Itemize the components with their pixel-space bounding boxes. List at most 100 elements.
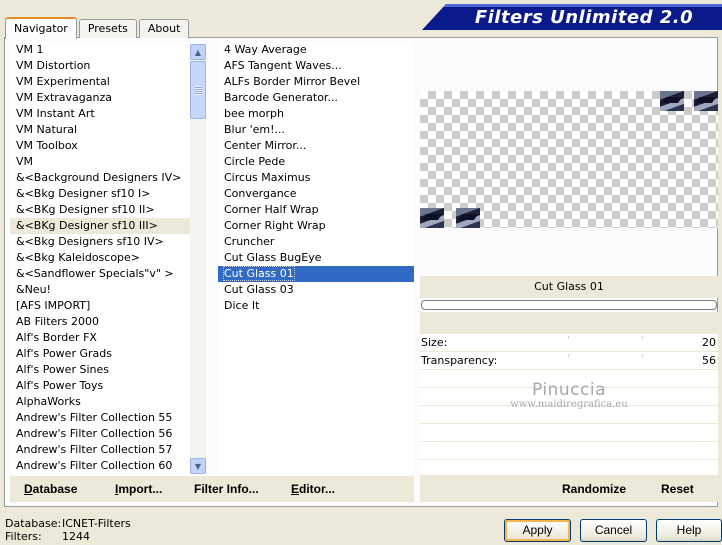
filter-item[interactable]: Convergance [218,186,414,202]
preview-glass-fragment [420,208,444,228]
category-item-label: Alf's Power Grads [16,347,112,360]
filter-item[interactable]: Corner Right Wrap [218,218,414,234]
category-item[interactable]: Andrew's Filter Collection 55 [10,410,206,426]
slider-tick [642,354,643,357]
param-value: 56 [702,354,716,367]
tab-navigator[interactable]: Navigator [5,17,77,39]
filter-item-label: ALFs Border Mirror Bevel [224,75,361,88]
app-title: Filters Unlimited 2.0 [474,6,694,28]
category-item[interactable]: [AFS IMPORT] [10,298,206,314]
category-item-label: &<Bkg Kaleidoscope> [16,251,141,264]
category-item[interactable]: Alf's Border FX [10,330,206,346]
filter-item[interactable]: AFS Tangent Waves... [218,58,414,74]
filter-item-label: Cut Glass BugEye [224,251,322,264]
filter-item[interactable]: Center Mirror... [218,138,414,154]
category-item[interactable]: VM [10,154,206,170]
filter-item-label: Cruncher [224,235,275,248]
category-scrollbar[interactable]: ▲ ▼ [190,44,206,474]
filter-item-label: Barcode Generator... [224,91,338,104]
category-item[interactable]: Alf's Power Toys [10,378,206,394]
category-item[interactable]: VM Distortion [10,58,206,74]
category-item-label: &Neu! [16,283,51,296]
chevron-down-icon: ▼ [194,461,202,471]
list-toolbar: Database Import... Filter Info... Editor… [10,476,414,502]
scroll-down-button[interactable]: ▼ [190,458,206,474]
tab-presets[interactable]: Presets [78,19,137,38]
randomize-button[interactable]: Randomize [562,482,626,496]
reset-button[interactable]: Reset [661,482,694,496]
param-transparency-slider[interactable]: Transparency: 56 [420,352,718,370]
param-size-slider[interactable]: Size: 20 [420,334,718,352]
category-item[interactable]: VM Natural [10,122,206,138]
category-item[interactable]: &Neu! [10,282,206,298]
editor-button[interactable]: Editor... [291,482,335,496]
category-item-label: Andrew's Filter Collection 57 [16,443,173,456]
category-item[interactable]: AlphaWorks [10,394,206,410]
chevron-up-icon: ▲ [194,47,202,57]
category-item-label: VM 1 [16,43,44,56]
tab-about[interactable]: About [138,19,190,38]
category-item[interactable]: &<Bkg Designer sf10 I> [10,186,206,202]
help-button[interactable]: Help [656,519,722,542]
scroll-up-button[interactable]: ▲ [190,44,206,60]
category-item[interactable]: VM Instant Art [10,106,206,122]
filter-list[interactable]: 4 Way Average AFS Tangent Waves... ALFs Bo… [218,42,414,474]
cancel-button[interactable]: Cancel [580,519,647,542]
filter-item[interactable]: ALFs Border Mirror Bevel [218,74,414,90]
filter-item[interactable]: Dice It [218,298,414,314]
import-button[interactable]: Import... [115,482,162,496]
filter-item[interactable]: bee morph [218,106,414,122]
filter-item[interactable]: Cut Glass BugEye [218,250,414,266]
slider-tick [642,336,643,339]
category-item[interactable]: &<Bkg Kaleidoscope> [10,250,206,266]
tab-strip: Navigator Presets About [5,16,190,39]
apply-button[interactable]: Apply [504,519,571,542]
filter-item[interactable]: Blur 'em!... [218,122,414,138]
category-list[interactable]: VM 1 VM Distortion VM Experimental VM Extra… [10,42,206,474]
param-empty-row [420,406,718,424]
filter-item-label: Center Mirror... [224,139,307,152]
filter-item[interactable]: Cut Glass 03 [218,282,414,298]
preview-glass-fragment [694,91,718,111]
category-item[interactable]: Andrew's Filter Collection 60 [10,458,206,474]
category-item[interactable]: &<BKg Designer sf10 III> [10,218,206,234]
scroll-thumb[interactable] [190,61,206,119]
database-button[interactable]: Database [24,482,77,496]
filter-item-label: Convergance [224,187,297,200]
category-item[interactable]: VM Extravaganza [10,90,206,106]
category-item-label: Alf's Power Sines [16,363,109,376]
category-item-label: VM Natural [16,123,78,136]
filters-count-label: Filters: [5,530,42,543]
filter-item[interactable]: Circus Maximus [218,170,414,186]
category-item[interactable]: AB Filters 2000 [10,314,206,330]
filter-item[interactable]: 4 Way Average [218,42,414,58]
selected-filter-name: Cut Glass 01 [420,276,718,298]
category-item[interactable]: VM Toolbox [10,138,206,154]
category-item[interactable]: &<Sandflower Specials"v" > [10,266,206,282]
category-item[interactable]: VM 1 [10,42,206,58]
category-item[interactable]: Alf's Power Grads [10,346,206,362]
filter-item-label: bee morph [224,107,284,120]
filter-item[interactable]: Corner Half Wrap [218,202,414,218]
category-item[interactable]: VM Experimental [10,74,206,90]
category-item[interactable]: Alf's Power Sines [10,362,206,378]
category-item[interactable]: Andrew's Filter Collection 56 [10,426,206,442]
filter-item[interactable]: Barcode Generator... [218,90,414,106]
param-value: 20 [702,336,716,349]
category-item[interactable]: &<Bkg Designers sf10 IV> [10,234,206,250]
category-item[interactable]: Andrew's Filter Collection 57 [10,442,206,458]
category-item[interactable]: &<Background Designers IV> [10,170,206,186]
filter-item-label: Circus Maximus [224,171,311,184]
filter-info-button[interactable]: Filter Info... [194,482,259,496]
filter-item-label: Corner Right Wrap [224,219,326,232]
filter-item[interactable]: Cruncher [218,234,414,250]
slider-tick [568,336,569,339]
category-item-label: VM Extravaganza [16,91,113,104]
filter-item[interactable]: Cut Glass 01 [218,266,414,282]
filter-item[interactable]: Circle Pede [218,154,414,170]
param-toolbar: Randomize Reset [420,476,718,502]
database-label: Database: [5,517,62,530]
param-empty-row [420,442,718,460]
filter-item-label: Cut Glass 01 [223,266,295,281]
category-item[interactable]: &<BKg Designer sf10 II> [10,202,206,218]
